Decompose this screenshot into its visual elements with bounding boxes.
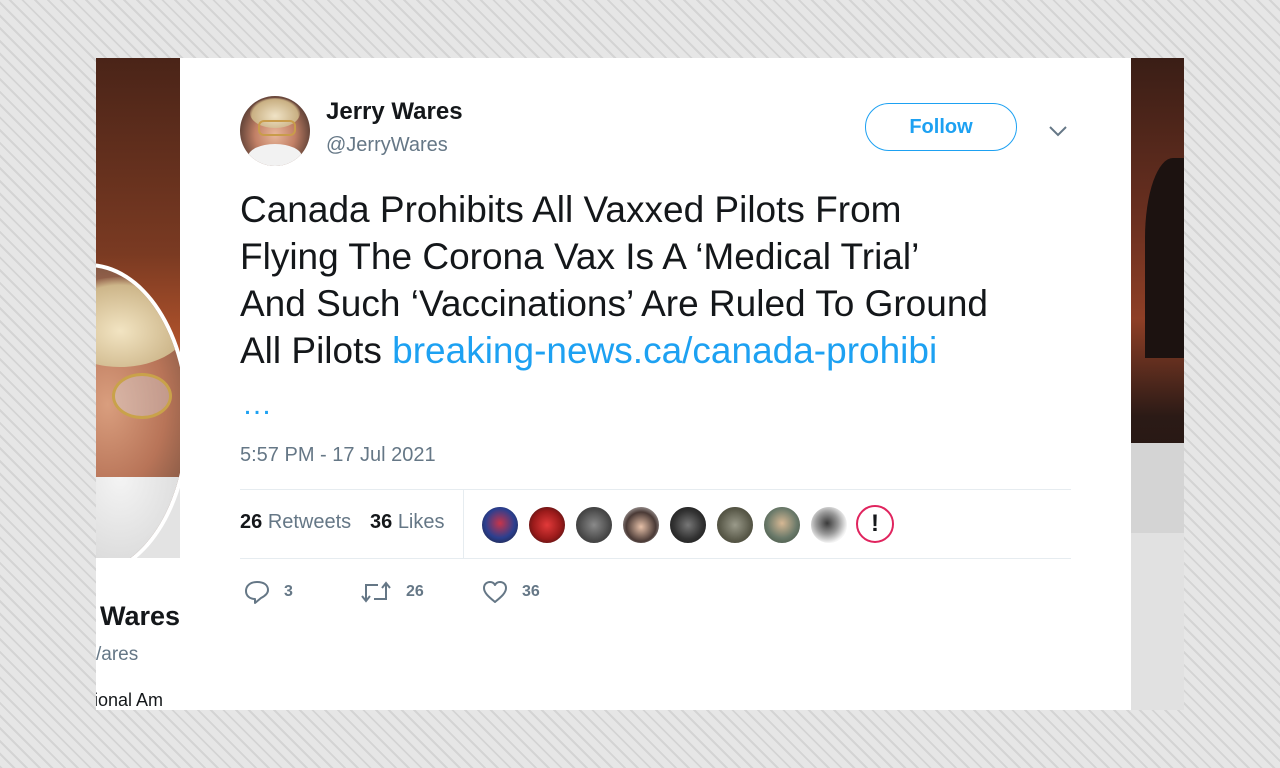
screenshot: Wares /ares ional Am Jerry Wares @JerryW… [96, 58, 1184, 710]
retweets-count: 26 [240, 511, 263, 533]
heart-icon [483, 581, 507, 603]
retweet-count: 26 [406, 583, 424, 600]
like-count: 36 [522, 583, 540, 600]
background-profile-avatar [96, 263, 180, 577]
author-name[interactable]: Jerry Wares [326, 98, 463, 126]
exclamation-icon: ! [871, 510, 879, 537]
reply-count: 3 [284, 583, 293, 600]
liker-avatar[interactable] [809, 505, 849, 545]
chevron-down-icon[interactable] [1048, 124, 1068, 138]
liker-avatar-alert[interactable]: ! [856, 505, 894, 543]
liker-avatar[interactable] [527, 505, 567, 545]
tweet-text-line: Flying The Corona Vax Is A ‘Medical Tria… [240, 236, 920, 277]
retweet-icon [361, 581, 391, 603]
likes-label: Likes [397, 511, 445, 533]
retweets-stat[interactable]: 26 Retweets [240, 511, 351, 534]
tweet-link[interactable]: breaking-news.ca/canada-prohibi [392, 330, 937, 371]
reply-action[interactable]: 3 [244, 580, 293, 604]
divider [240, 558, 1071, 559]
liker-avatars: ! [480, 505, 894, 545]
tweet-text: Canada Prohibits All Vaxxed Pilots From … [240, 186, 1110, 374]
tweet-text-line: All Pilots [240, 330, 393, 371]
tweet-text-line: And Such ‘Vaccinations’ Are Ruled To Gro… [240, 283, 988, 324]
reply-icon [245, 581, 269, 604]
author-handle[interactable]: @JerryWares [326, 134, 448, 157]
likes-stat[interactable]: 36 Likes [370, 511, 445, 534]
tweet-timestamp[interactable]: 5:57 PM - 17 Jul 2021 [240, 444, 436, 467]
background-profile-bio: ional Am [96, 690, 164, 710]
tweet-card: Jerry Wares @JerryWares Follow Canada Pr… [180, 58, 1131, 710]
background-profile-right [1131, 58, 1184, 710]
likes-count: 36 [370, 511, 393, 533]
liker-avatar[interactable] [480, 505, 520, 545]
author-avatar[interactable] [240, 96, 310, 166]
divider [463, 490, 464, 558]
liker-avatar[interactable] [574, 505, 614, 545]
tweet-text-line: Canada Prohibits All Vaxxed Pilots From [240, 189, 902, 230]
like-action[interactable]: 36 [482, 580, 540, 604]
follow-button[interactable]: Follow [865, 103, 1017, 151]
liker-avatar[interactable] [715, 505, 755, 545]
background-profile-name: Wares [100, 601, 180, 631]
tweet-link-ellipsis[interactable]: … [242, 388, 276, 422]
retweets-label: Retweets [267, 511, 352, 533]
retweet-action[interactable]: 26 [360, 580, 424, 604]
background-profile-left: Wares /ares ional Am [96, 58, 180, 710]
liker-avatar[interactable] [762, 505, 802, 545]
liker-avatar[interactable] [621, 505, 661, 545]
background-profile-handle: /ares [96, 644, 139, 665]
liker-avatar[interactable] [668, 505, 708, 545]
divider [240, 489, 1071, 490]
